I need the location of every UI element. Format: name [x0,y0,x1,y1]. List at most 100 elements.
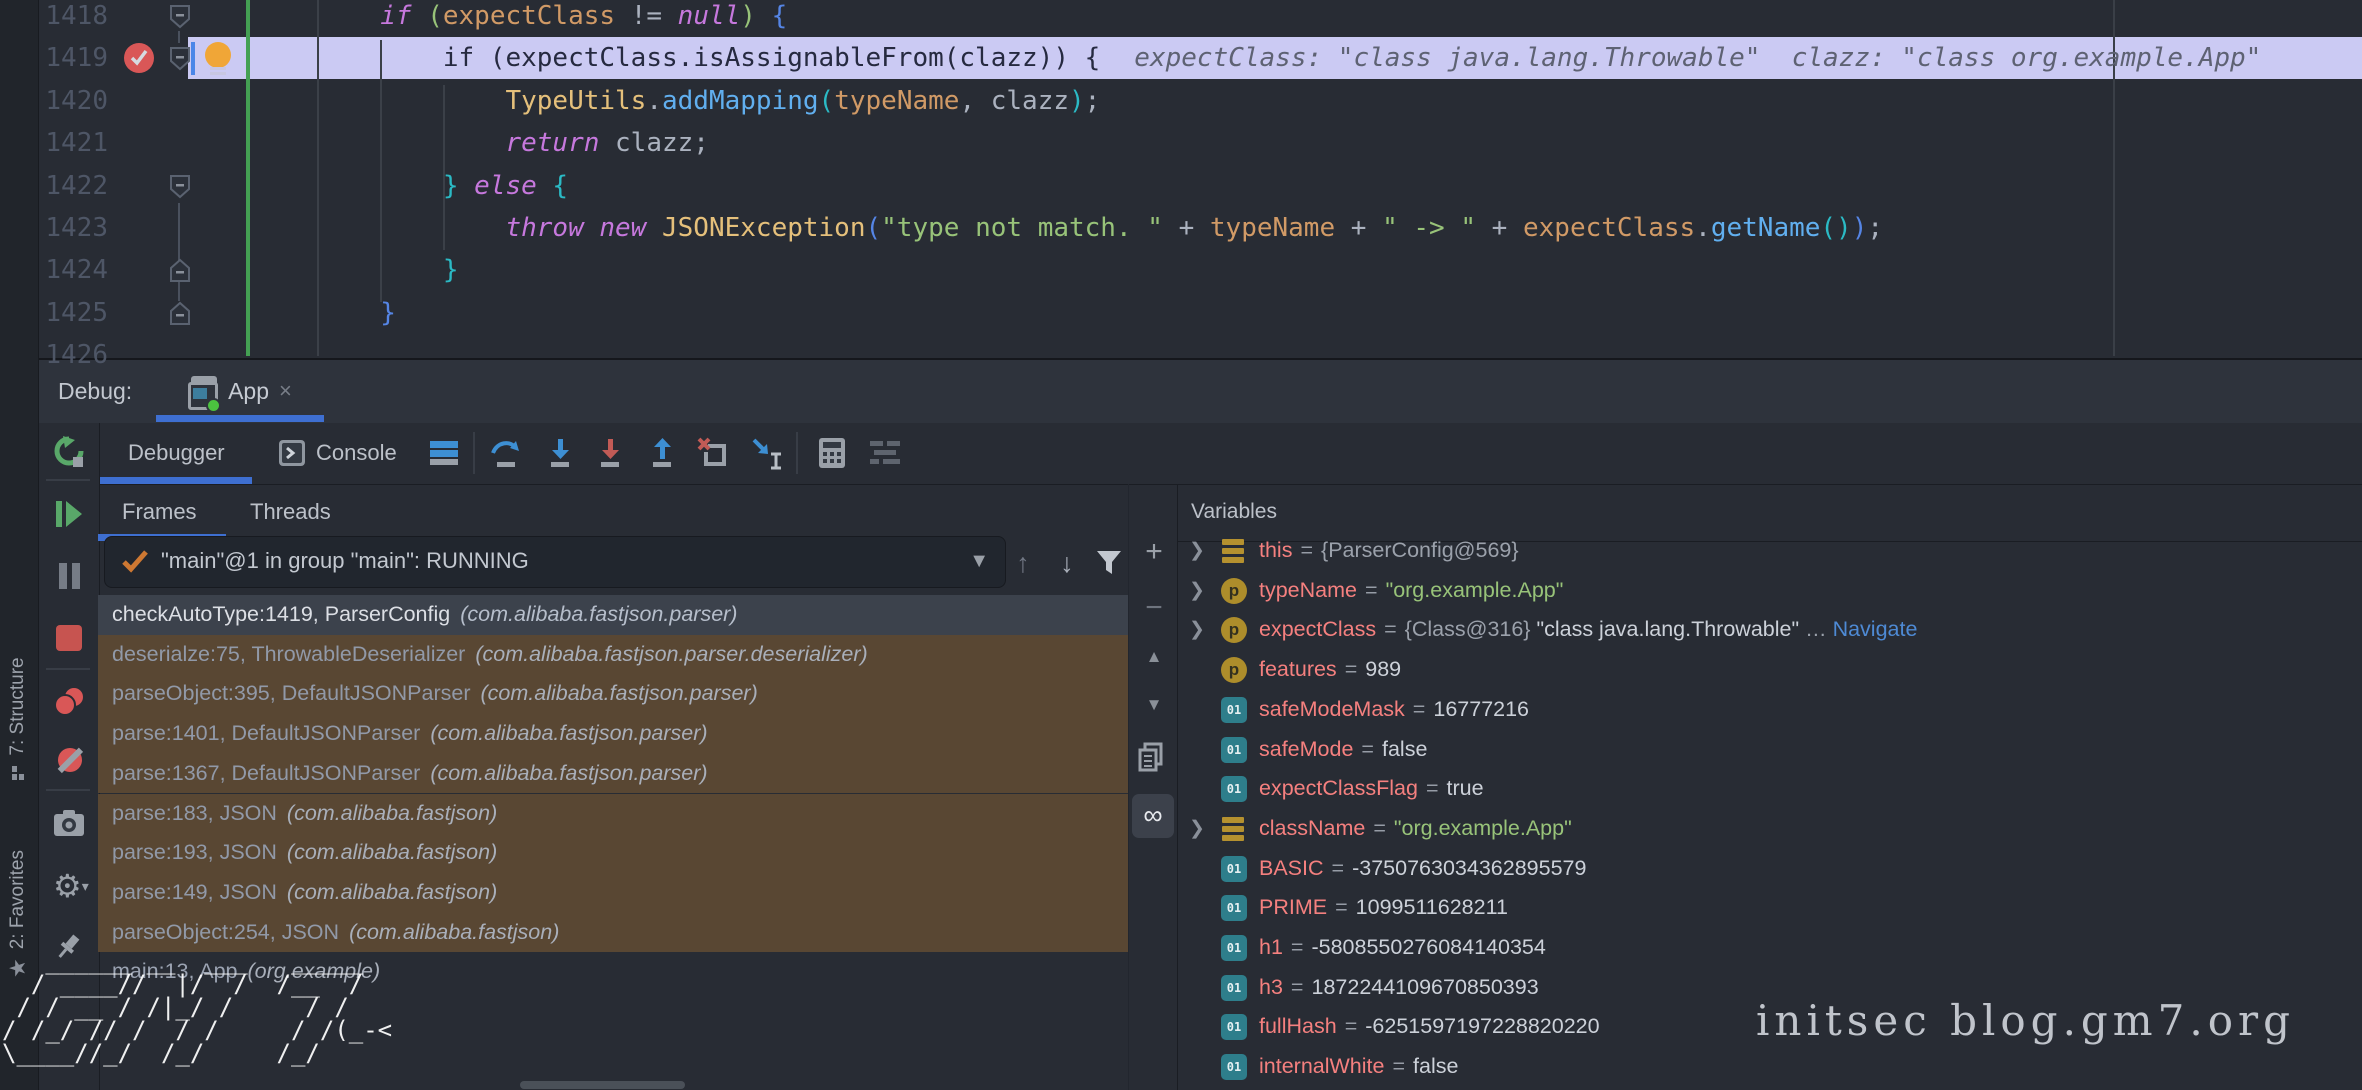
editor-line[interactable]: 1425 } [38,292,2362,334]
settings-sliders-icon[interactable] [868,436,900,470]
tab-debugger[interactable]: Debugger [128,423,225,483]
sidebar-item-structure[interactable]: 7: Structure [0,639,37,799]
line-number[interactable]: 1425 [38,292,108,334]
expand-chevron-icon[interactable]: ❯ [1189,809,1211,849]
parameter-icon: p [1221,657,1247,683]
remove-watch-button[interactable]: − [1137,592,1171,626]
code-editor[interactable]: 1418 if (expectClass != null) {1419 if (… [38,0,2362,360]
tab-threads[interactable]: Threads [250,484,331,540]
variable-row[interactable]: ❯className="org.example.App" [1177,809,2362,849]
line-number[interactable]: 1418 [38,0,108,37]
breakpoint-icon[interactable] [124,43,154,73]
editor-line[interactable]: 1421 return clazz; [38,122,2362,164]
stack-frame-row[interactable]: parse:149, JSON(com.alibaba.fastjson) [98,873,1128,913]
line-number[interactable]: 1424 [38,249,108,291]
stack-frame-row[interactable]: parseObject:395, DefaultJSONParser(com.a… [98,674,1128,714]
variable-row[interactable]: ❯this={ParserConfig@569} [1177,531,2362,571]
drop-frame-button[interactable] [696,436,728,470]
intention-bulb-icon[interactable] [204,42,232,74]
expand-chevron-icon[interactable]: ❯ [1189,571,1211,611]
editor-line[interactable]: 1422 } else { [38,165,2362,207]
line-number[interactable]: 1423 [38,207,108,249]
stack-frame-row[interactable]: parse:1367, DefaultJSONParser(com.alibab… [98,754,1128,794]
line-number[interactable]: 1422 [38,165,108,207]
tab-console[interactable]: Console [278,423,397,483]
expand-chevron-icon[interactable]: ❯ [1189,531,1211,571]
threads-view-icon[interactable] [428,436,460,470]
move-up-button[interactable]: ▲ [1137,642,1171,676]
resume-button[interactable] [53,498,85,530]
variable-name: safeModeMask=16777216 [1259,690,1529,730]
variable-row[interactable]: pfeatures=989 [1177,650,2362,690]
line-number[interactable]: 1419 [38,37,108,79]
show-watches-toggle[interactable]: ∞ [1132,794,1174,838]
stack-frame-row[interactable]: deserialze:75, ThrowableDeserializer(com… [98,635,1128,675]
fold-marker-icon[interactable] [168,258,192,283]
variable-row[interactable]: 01safeMode=false [1177,730,2362,770]
frame-down-button[interactable]: ↓ [1052,548,1082,578]
fold-marker-icon[interactable] [168,301,192,326]
force-step-into-button[interactable] [594,436,626,470]
duplicate-watch-icon[interactable] [1137,742,1171,776]
line-number[interactable]: 1421 [38,122,108,164]
variable-value: "org.example.App" [1386,578,1564,602]
thread-selector-dropdown[interactable]: "main"@1 in group "main": RUNNING ▼ [104,536,1006,588]
step-into-button[interactable] [544,436,576,470]
expand-chevron-icon[interactable]: ❯ [1189,610,1211,650]
filter-funnel-icon[interactable] [1096,550,1122,578]
code-text: } [255,249,459,291]
variable-row[interactable]: 01h1=-5808550276084140354 [1177,928,2362,968]
line-number[interactable]: 1420 [38,80,108,122]
variable-row[interactable]: ❯pexpectClass={Class@316} "class java.la… [1177,610,2362,650]
tool-window-stripe: 7: Structure ★ 2: Favorites [0,0,39,1090]
frame-package: (com.alibaba.fastjson) [287,840,497,864]
session-tab-label: App [228,378,269,405]
gear-icon[interactable]: ⚙▾ [53,870,85,902]
variable-row[interactable]: 01BASIC=-3750763034362895579 [1177,849,2362,889]
editor-line[interactable]: 1418 if (expectClass != null) { [38,0,2362,37]
close-icon[interactable]: × [279,378,292,404]
frame-method: parse:193, JSON [112,840,277,864]
variable-row[interactable]: ❯ptypeName="org.example.App" [1177,571,2362,611]
variable-row[interactable]: 01expectClassFlag=true [1177,769,2362,809]
horizontal-scrollbar[interactable] [520,1081,685,1089]
editor-line[interactable]: 1424 } [38,249,2362,291]
active-tab-underline [156,415,324,422]
variable-row[interactable]: 01PRIME=1099511628211 [1177,888,2362,928]
add-watch-button[interactable]: + [1137,536,1171,570]
tab-frames[interactable]: Frames [122,484,197,540]
editor-line[interactable]: 1420 TypeUtils.addMapping(typeName, claz… [38,80,2362,122]
run-to-cursor-button[interactable] [750,436,782,470]
frame-package: (com.alibaba.fastjson) [287,801,497,825]
frame-package: (com.alibaba.fastjson.parser) [430,721,707,745]
stack-frame-row[interactable]: parse:1401, DefaultJSONParser(com.alibab… [98,714,1128,754]
stack-frame-row[interactable]: checkAutoType:1419, ParserConfig(com.ali… [98,595,1128,635]
stack-frame-row[interactable]: parse:193, JSON (com.alibaba.fastjson) [98,833,1128,873]
editor-line[interactable]: 1423 throw new JSONException("type not m… [38,207,2362,249]
editor-line[interactable]: 1426 [38,334,2362,376]
variable-name: internalWhite=false [1259,1047,1458,1087]
thread-dump-camera-button[interactable] [53,808,85,840]
editor-line[interactable]: 1419 if (expectClass.isAssignableFrom(cl… [38,37,2362,79]
evaluate-expression-button[interactable] [816,436,848,470]
step-over-button[interactable] [490,436,522,470]
fold-marker-icon[interactable] [168,174,192,199]
step-out-button[interactable] [646,436,678,470]
fold-marker-icon[interactable] [168,46,192,71]
object-icon [1221,816,1245,842]
pause-button[interactable] [53,560,85,592]
frame-up-button[interactable]: ↑ [1008,548,1038,578]
stop-button[interactable] [53,622,85,654]
fold-marker-icon[interactable] [168,4,192,29]
rerun-button[interactable] [53,435,85,467]
stack-frame-row[interactable]: parse:183, JSON(com.alibaba.fastjson) [98,794,1128,834]
frame-package: (com.alibaba.fastjson) [287,880,497,904]
navigate-link[interactable]: Navigate [1833,617,1918,641]
variable-row[interactable]: 01safeModeMask=16777216 [1177,690,2362,730]
line-number[interactable]: 1426 [38,334,108,376]
variable-row[interactable]: 01internalWhite=false [1177,1047,2362,1087]
move-down-button[interactable]: ▼ [1137,690,1171,724]
view-breakpoints-button[interactable] [53,685,85,717]
mute-breakpoints-button[interactable] [53,743,85,775]
text-caret [191,42,195,75]
